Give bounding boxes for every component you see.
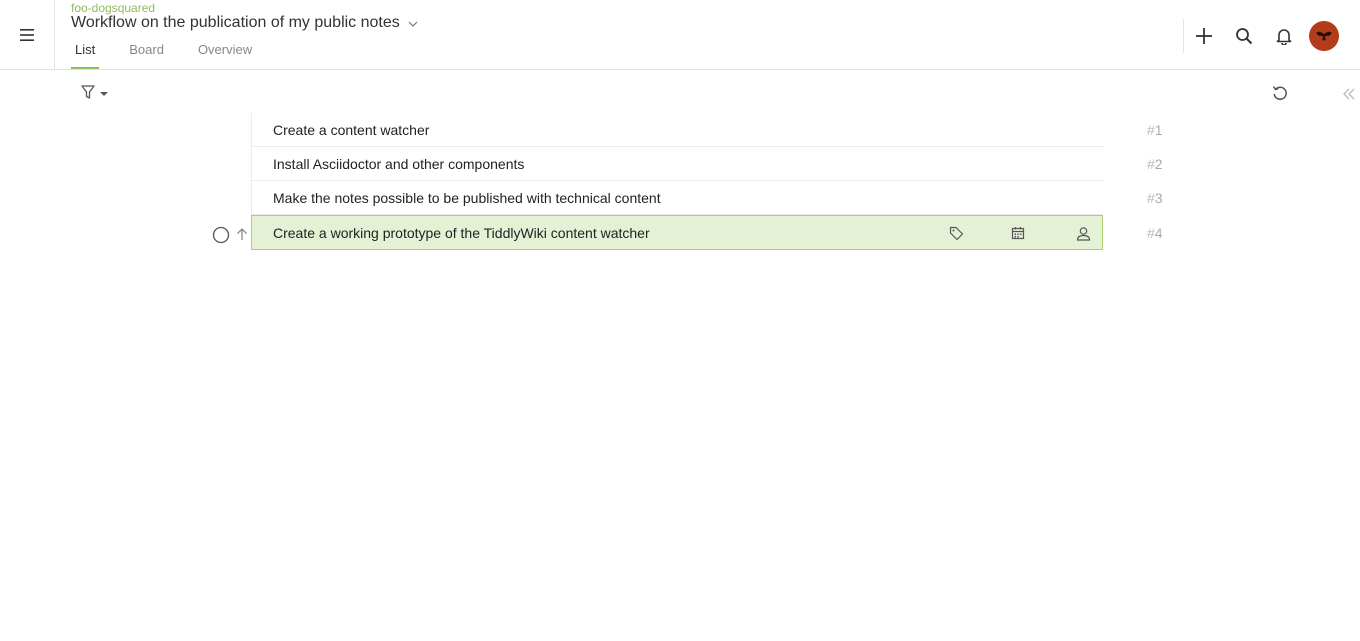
header-tools: [1183, 19, 1339, 53]
circle-checkbox-icon: [212, 226, 230, 244]
task-number-value: 1: [1154, 122, 1163, 138]
double-chevron-left-icon: [1343, 88, 1355, 100]
hamburger-icon: [20, 28, 34, 41]
collapse-panel-button[interactable]: [1340, 85, 1358, 103]
project-title[interactable]: Workflow on the publication of my public…: [71, 14, 418, 32]
filter-icon: [81, 85, 95, 99]
task-row-selected[interactable]: Create a working prototype of the Tiddly…: [251, 215, 1163, 250]
due-date-button[interactable]: [1009, 224, 1027, 242]
menu-button[interactable]: [0, 0, 55, 69]
view-tabs: List Board Overview: [71, 42, 282, 69]
task-title: Install Asciidoctor and other components: [273, 155, 525, 172]
undo-icon: [1272, 86, 1287, 100]
tab-board[interactable]: Board: [125, 42, 168, 69]
notifications-button[interactable]: [1264, 19, 1304, 53]
complete-task-checkbox[interactable]: [212, 226, 230, 244]
task-number-value: 4: [1154, 225, 1163, 241]
tag-button[interactable]: [947, 224, 965, 242]
undo-button[interactable]: [1269, 83, 1291, 103]
task-title: Make the notes possible to be published …: [273, 189, 661, 206]
tab-list[interactable]: List: [71, 42, 100, 69]
arrow-up-icon: [237, 228, 247, 240]
user-avatar-icon: [1316, 31, 1332, 41]
move-up-button[interactable]: [234, 226, 250, 242]
task-row[interactable]: Install Asciidoctor and other components…: [251, 147, 1163, 181]
filter-button[interactable]: [80, 84, 109, 100]
task-list: Create a content watcher #1 Install Asci…: [251, 113, 1163, 250]
task-number-value: 2: [1154, 156, 1163, 172]
bell-icon: [1276, 29, 1292, 45]
search-button[interactable]: [1224, 19, 1264, 53]
task-title: Create a content watcher: [273, 121, 430, 138]
task-title: Create a working prototype of the Tiddly…: [273, 224, 650, 241]
plus-icon: [1196, 28, 1212, 44]
organization-name[interactable]: foo-dogsquared: [71, 1, 155, 15]
task-number: #2: [1147, 156, 1163, 172]
task-row[interactable]: Make the notes possible to be published …: [251, 181, 1163, 215]
task-number-value: 3: [1154, 190, 1163, 206]
task-number: #3: [1147, 190, 1163, 206]
task-number-hash: #: [1147, 190, 1155, 206]
assignee-button[interactable]: [1074, 224, 1092, 242]
task-row[interactable]: Create a content watcher #1: [251, 113, 1163, 147]
chevron-down-icon: [408, 21, 418, 27]
add-button[interactable]: [1184, 19, 1224, 53]
task-number-hash: #: [1147, 225, 1155, 241]
avatar[interactable]: [1309, 21, 1339, 51]
tag-icon: [949, 226, 963, 240]
project-title-text: Workflow on the publication of my public…: [71, 14, 400, 31]
tab-overview[interactable]: Overview: [194, 42, 256, 69]
top-bar: foo-dogsquared Workflow on the publicati…: [0, 0, 1360, 70]
task-number: #1: [1147, 122, 1163, 138]
calendar-icon: [1011, 227, 1025, 240]
search-icon: [1236, 28, 1253, 45]
task-number: #4: [1147, 225, 1163, 241]
caret-down-icon: [100, 92, 108, 96]
task-number-hash: #: [1147, 156, 1155, 172]
task-number-hash: #: [1147, 122, 1155, 138]
user-icon: [1076, 226, 1090, 241]
